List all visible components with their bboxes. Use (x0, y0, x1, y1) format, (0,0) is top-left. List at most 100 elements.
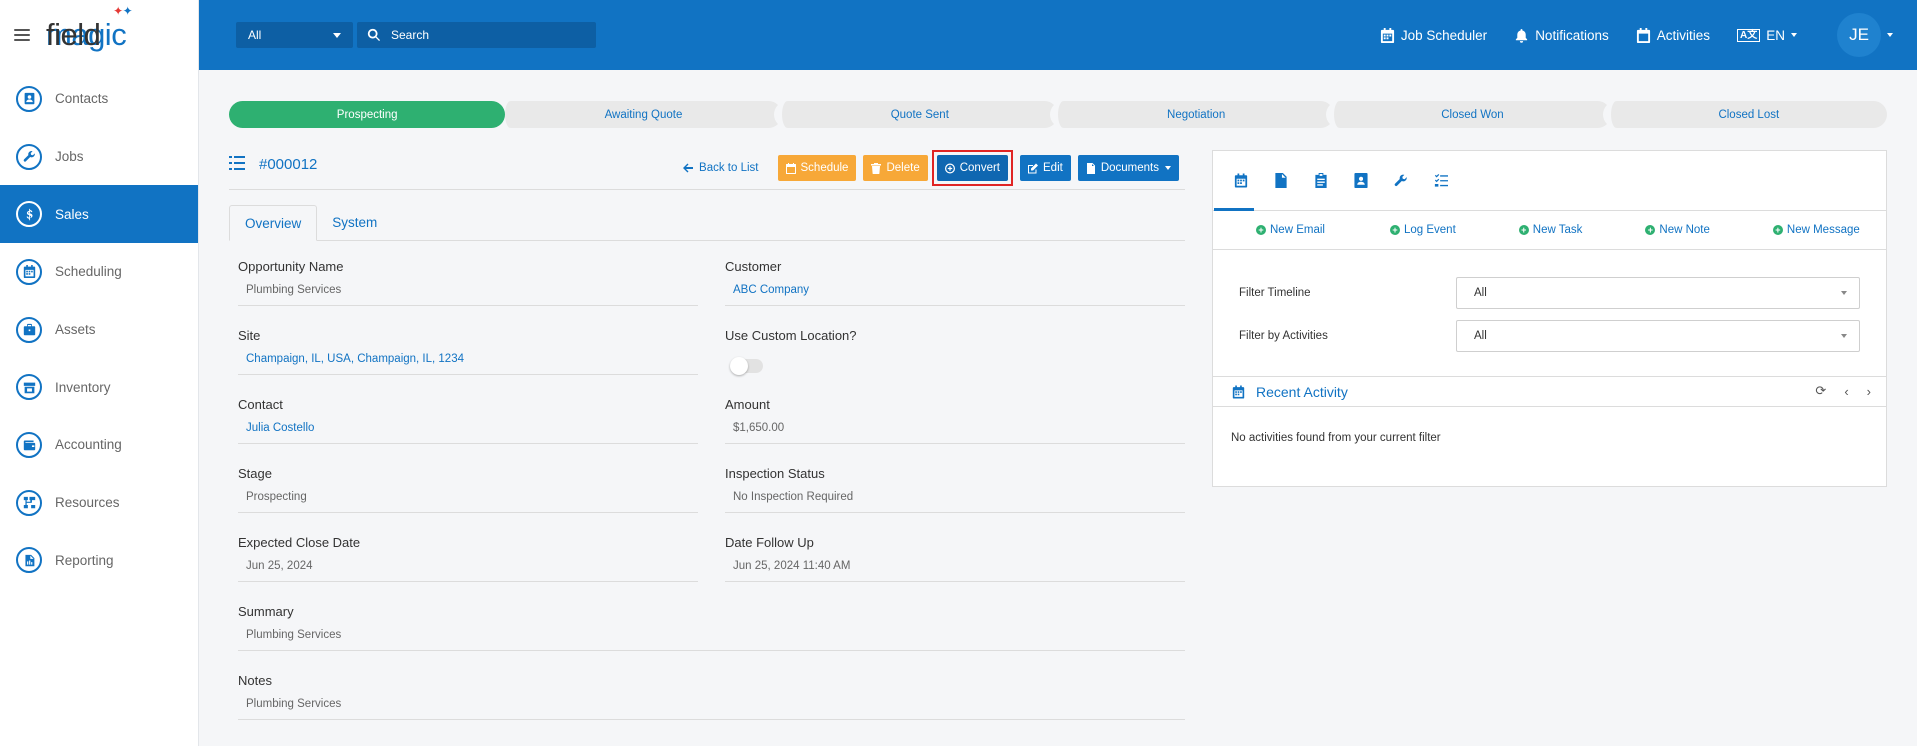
documents-button[interactable]: Documents (1077, 155, 1179, 181)
stage-negotiation[interactable]: Negotiation (1049, 101, 1335, 128)
field-value[interactable]: $1,650.00 (725, 422, 1185, 444)
record-number: #000012 (259, 156, 318, 173)
field-amount: Amount $1,650.00 (725, 397, 1185, 444)
tab-clipboard[interactable] (1301, 173, 1341, 188)
filter-timeline-row: Filter Timeline All (1239, 277, 1860, 309)
list-icon[interactable] (229, 156, 245, 173)
new-email-button[interactable]: + New Email (1256, 224, 1325, 236)
stage-closed-won[interactable]: Closed Won (1326, 101, 1611, 128)
filter-activities-row: Filter by Activities All (1239, 320, 1860, 352)
tab-calendar[interactable] (1221, 173, 1261, 188)
filter-activities-select[interactable]: All (1456, 320, 1860, 352)
refresh-icon[interactable]: ⟳ (1815, 383, 1826, 399)
plus-icon: + (1772, 225, 1783, 235)
hamburger-menu-icon[interactable] (14, 29, 30, 41)
chevron-down-icon (1841, 334, 1847, 338)
chevron-down-icon[interactable] (1887, 33, 1893, 37)
stage-quote-sent[interactable]: Quote Sent (773, 101, 1058, 128)
calendar-icon (785, 162, 796, 174)
qa-label: New Note (1659, 224, 1710, 236)
back-to-list-link[interactable]: Back to List (683, 162, 759, 174)
field-value[interactable]: No Inspection Required (725, 491, 1185, 513)
field-value[interactable]: Plumbing Services (238, 698, 1185, 720)
convert-button[interactable]: Convert (936, 155, 1008, 181)
quick-actions: + New Email + Log Event + New Task + New Not… (1213, 211, 1886, 250)
bell-icon (1516, 28, 1528, 43)
field-value[interactable]: Jun 25, 2024 11:40 AM (725, 560, 1185, 582)
document-icon (1086, 162, 1095, 174)
sidebar-item-jobs[interactable]: Jobs (0, 128, 198, 186)
tab-contact-card[interactable] (1341, 173, 1381, 188)
chevron-left-icon[interactable]: ‹ (1844, 384, 1848, 399)
top-header: All Job Scheduler Notifications Activiti… (199, 0, 1917, 70)
schedule-button[interactable]: Schedule (777, 155, 857, 181)
tab-jobs[interactable] (1381, 173, 1421, 188)
site-link[interactable]: Champaign, IL, USA, Champaign, IL, 1234 (238, 353, 698, 375)
filter-timeline-select[interactable]: All (1456, 277, 1860, 309)
stage-label: Closed Lost (1718, 108, 1780, 121)
search-scope-value: All (248, 28, 262, 42)
calendar-icon (1234, 173, 1248, 188)
filter-activities-label: Filter by Activities (1239, 330, 1328, 342)
plus-circle-icon (944, 163, 955, 173)
report-icon (16, 547, 42, 574)
new-note-button[interactable]: + New Note (1645, 224, 1710, 236)
sidebar-item-reporting[interactable]: Reporting (0, 532, 198, 590)
filter-timeline-label: Filter Timeline (1239, 287, 1311, 299)
plus-icon: + (1389, 225, 1400, 235)
notifications-link[interactable]: Notifications (1514, 28, 1609, 43)
sidebar-item-accounting[interactable]: Accounting (0, 416, 198, 474)
contact-link[interactable]: Julia Costello (238, 422, 698, 444)
logo-area: field magic ✦✦ (0, 0, 198, 70)
stage-prospecting[interactable]: Prospecting (229, 101, 506, 128)
tab-system[interactable]: System (317, 204, 392, 240)
recent-activity-header: Recent Activity ⟳ ‹ › (1213, 377, 1886, 407)
plus-icon: + (1645, 225, 1656, 235)
sidebar-item-label: Assets (55, 322, 96, 338)
delete-button[interactable]: Delete (863, 155, 928, 181)
sidebar-item-contacts[interactable]: Contacts (0, 70, 198, 128)
field-label: Use Custom Location? (725, 328, 857, 343)
field-notes: Notes Plumbing Services (238, 673, 1185, 720)
tab-overview[interactable]: Overview (229, 205, 318, 241)
log-event-button[interactable]: + Log Event (1389, 224, 1456, 236)
sidebar-item-scheduling[interactable]: Scheduling (0, 243, 198, 301)
field-value[interactable]: Prospecting (238, 491, 698, 513)
customer-link[interactable]: ABC Company (725, 284, 1185, 306)
custom-location-toggle[interactable] (730, 357, 763, 375)
activities-link[interactable]: Activities (1636, 27, 1710, 43)
language-selector[interactable]: A文 EN (1737, 28, 1797, 43)
sidebar-item-assets[interactable]: Assets (0, 301, 198, 359)
field-use-custom-location: Use Custom Location? (725, 328, 1185, 375)
record-tabs: Overview System (229, 205, 1185, 241)
stage-closed-lost[interactable]: Closed Lost (1602, 101, 1887, 128)
sidebar-item-sales[interactable]: Sales (0, 185, 198, 244)
chevron-down-icon (333, 32, 341, 38)
tab-documents[interactable] (1261, 173, 1301, 188)
chevron-right-icon[interactable]: › (1867, 384, 1871, 399)
avatar[interactable]: JE (1837, 13, 1881, 57)
calendar-icon (16, 258, 42, 285)
sidebar-item-inventory[interactable]: Inventory (0, 358, 198, 416)
convert-label: Convert (959, 162, 1000, 174)
stage-awaiting-quote[interactable]: Awaiting Quote (497, 101, 782, 128)
search-scope-select[interactable]: All (236, 22, 353, 48)
search-input[interactable] (391, 28, 581, 42)
sparkle-icon: ✦✦ (113, 4, 133, 18)
notifications-label: Notifications (1535, 27, 1609, 43)
tab-checklist[interactable] (1421, 173, 1461, 188)
stage-pipeline: Prospecting Awaiting Quote Quote Sent Ne… (229, 101, 1887, 128)
field-value[interactable]: Jun 25, 2024 (238, 560, 698, 582)
field-value[interactable]: Plumbing Services (238, 629, 1185, 651)
job-scheduler-link[interactable]: Job Scheduler (1380, 27, 1487, 43)
field-label: Stage (238, 466, 272, 481)
field-contact: Contact Julia Costello (238, 397, 698, 444)
edit-button[interactable]: Edit (1020, 155, 1071, 181)
new-message-button[interactable]: + New Message (1772, 224, 1860, 236)
new-task-button[interactable]: + New Task (1518, 224, 1582, 236)
sidebar-item-resources[interactable]: Resources (0, 474, 198, 532)
calendar-icon (1380, 27, 1394, 43)
qa-label: New Message (1786, 224, 1860, 236)
field-value[interactable]: Plumbing Services (238, 284, 698, 306)
fieldmagic-logo[interactable]: field magic ✦✦ (46, 4, 133, 53)
